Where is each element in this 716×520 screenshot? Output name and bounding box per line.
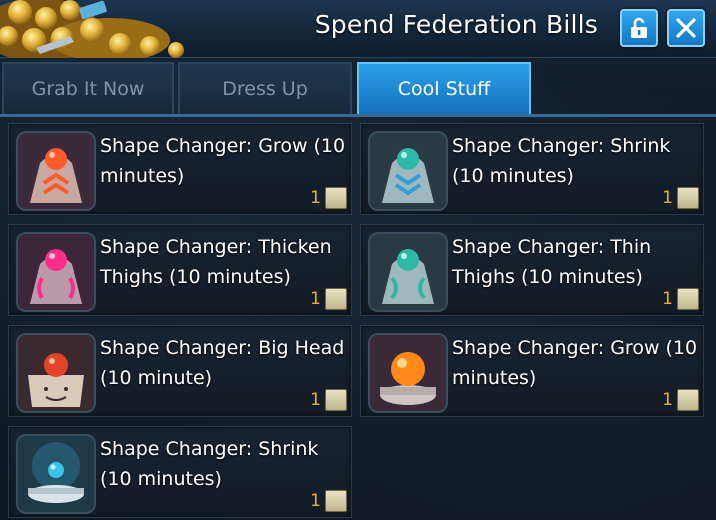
item-name: Shape Changer: Grow (10 minutes): [100, 135, 346, 187]
item-price: 1: [310, 288, 347, 310]
price-value: 1: [310, 390, 321, 410]
shop-item-card[interactable]: Shape Changer: Thicken Thighs (10 minute…: [8, 224, 352, 316]
item-name: Shape Changer: Big Head (10 minute): [100, 337, 345, 389]
shop-item-card[interactable]: Shape Changer: Big Head (10 minute) 1: [8, 325, 352, 417]
shop-item-card[interactable]: Shape Changer: Grow (10 minutes) 1: [8, 123, 352, 215]
price-value: 1: [662, 188, 673, 208]
shop-item-card[interactable]: Shape Changer: Shrink (10 minutes) 1: [360, 123, 704, 215]
grow-orb-icon: [16, 131, 96, 211]
spend-federation-bills-window: Spend Federation Bills Grab It Now Dress…: [0, 0, 716, 520]
unlock-icon: [631, 17, 647, 38]
tab-cool-stuff[interactable]: Cool Stuff: [357, 62, 531, 114]
item-name: Shape Changer: Shrink (10 minutes): [100, 438, 319, 490]
price-value: 1: [662, 289, 673, 309]
federation-bill-icon: [325, 288, 347, 310]
item-price: 1: [662, 288, 699, 310]
tab-bar: Grab It Now Dress Up Cool Stuff: [0, 62, 716, 116]
federation-bill-icon: [677, 389, 699, 411]
close-icon: [676, 18, 696, 38]
shop-item-card[interactable]: Shape Changer: Shrink (10 minutes) 1: [8, 426, 352, 518]
tab-grab-it-now[interactable]: Grab It Now: [2, 62, 174, 114]
federation-bill-icon: [325, 187, 347, 209]
federation-bill-icon: [677, 187, 699, 209]
shrink-orb-icon: [16, 434, 96, 514]
item-price: 1: [310, 490, 347, 512]
window-title: Spend Federation Bills: [314, 10, 598, 39]
big-head-orb-icon: [16, 333, 96, 413]
item-name: Shape Changer: Thicken Thighs (10 minute…: [100, 236, 332, 288]
shop-item-card[interactable]: Shape Changer: Grow (10 minutes) 1: [360, 325, 704, 417]
price-value: 1: [662, 390, 673, 410]
lock-button[interactable]: [620, 9, 658, 47]
federation-bill-icon: [677, 288, 699, 310]
shrink-orb-icon: [368, 131, 448, 211]
close-button[interactable]: [667, 9, 705, 47]
grow-orb-icon: [368, 333, 448, 413]
price-value: 1: [310, 491, 321, 511]
item-grid: Shape Changer: Grow (10 minutes) 1 Shape…: [0, 117, 716, 520]
item-name: Shape Changer: Shrink (10 minutes): [452, 135, 671, 187]
thicken-thighs-orb-icon: [16, 232, 96, 312]
price-value: 1: [310, 289, 321, 309]
item-price: 1: [310, 389, 347, 411]
tab-dress-up[interactable]: Dress Up: [178, 62, 352, 114]
federation-bill-icon: [325, 490, 347, 512]
thin-thighs-orb-icon: [368, 232, 448, 312]
item-name: Shape Changer: Grow (10 minutes): [452, 337, 698, 389]
treasure-pile-icon: [0, 0, 200, 58]
price-value: 1: [310, 188, 321, 208]
item-price: 1: [662, 187, 699, 209]
shop-item-card[interactable]: Shape Changer: Thin Thighs (10 minutes) …: [360, 224, 704, 316]
item-name: Shape Changer: Thin Thighs (10 minutes): [452, 236, 652, 288]
item-price: 1: [310, 187, 347, 209]
title-bar: Spend Federation Bills: [0, 0, 716, 58]
federation-bill-icon: [325, 389, 347, 411]
item-price: 1: [662, 389, 699, 411]
